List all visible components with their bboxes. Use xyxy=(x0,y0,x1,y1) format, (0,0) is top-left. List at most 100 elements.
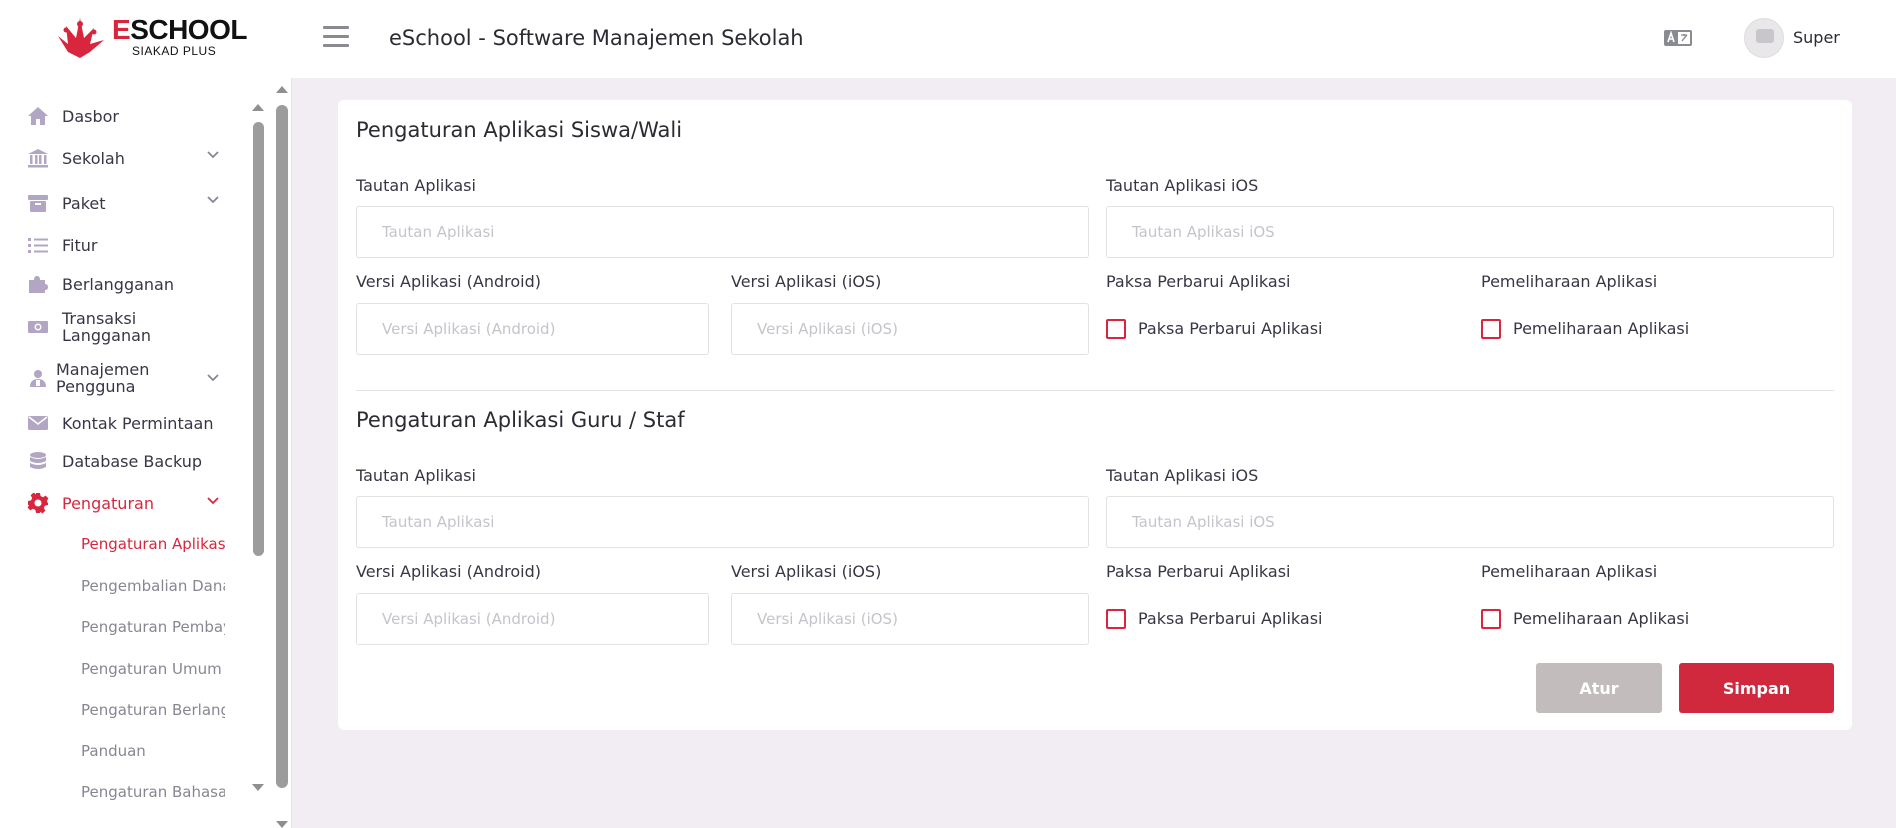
app-settings-card: Pengaturan Aplikasi Siswa/Wali Tautan Ap… xyxy=(338,100,1852,730)
sidebar-item-pengaturan[interactable]: Pengaturan xyxy=(26,491,226,515)
sidebar-item-label: Manajemen Pengguna xyxy=(56,361,149,395)
staff-force-update-checkbox-row[interactable]: Paksa Perbarui Aplikasi xyxy=(1106,609,1323,629)
android-version-label: Versi Aplikasi (Android) xyxy=(356,272,541,291)
app-link-label: Tautan Aplikasi xyxy=(356,176,476,195)
sidebar-item-label-line2: Pengguna xyxy=(56,377,136,396)
sidebar-subitem-pengaturan-aplikasi[interactable]: Pengaturan Aplikasi xyxy=(81,535,225,553)
chevron-down-icon[interactable] xyxy=(206,148,220,162)
force-update-label: Paksa Perbarui Aplikasi xyxy=(1106,272,1291,291)
sidebar: Dasbor Sekolah Paket Fitur Berlangganan xyxy=(0,78,292,828)
gear-icon xyxy=(26,491,50,515)
sidebar-item-label: Kontak Permintaan xyxy=(62,413,214,433)
brand-subtitle: SIAKAD PLUS xyxy=(132,44,217,58)
force-update-label: Paksa Perbarui Aplikasi xyxy=(1106,562,1291,581)
user-avatar[interactable] xyxy=(1744,18,1784,58)
checkbox-label: Pemeliharaan Aplikasi xyxy=(1513,609,1690,628)
checkbox-label: Pemeliharaan Aplikasi xyxy=(1513,319,1690,338)
top-header: ESCHOOL SIAKAD PLUS eSchool - Software M… xyxy=(0,0,1896,78)
sidebar-item-label: Paket xyxy=(62,193,106,213)
sidebar-item-fitur[interactable]: Fitur xyxy=(26,233,226,257)
home-icon xyxy=(26,104,50,128)
brand-name-rest: SCHOOL xyxy=(130,14,247,45)
users-icon xyxy=(26,366,50,390)
sidebar-item-label: Transaksi Langganan xyxy=(62,310,151,344)
outer-scroll-down-arrow[interactable] xyxy=(276,821,288,828)
money-icon xyxy=(26,315,50,339)
android-version-label: Versi Aplikasi (Android) xyxy=(356,562,541,581)
staff-force-update-checkbox[interactable] xyxy=(1106,609,1126,629)
staff-maintenance-checkbox[interactable] xyxy=(1481,609,1501,629)
sidebar-item-label: Pengaturan xyxy=(62,493,154,513)
ios-version-label: Versi Aplikasi (iOS) xyxy=(731,562,882,581)
sidebar-item-label: Database Backup xyxy=(62,451,203,471)
envelope-icon xyxy=(26,411,50,435)
staff-app-link-input[interactable] xyxy=(356,496,1089,548)
sidebar-subitem-pengaturan-bahasa[interactable]: Pengaturan Bahasa xyxy=(81,783,225,801)
maintenance-label: Pemeliharaan Aplikasi xyxy=(1481,272,1658,291)
student-maintenance-checkbox[interactable] xyxy=(1481,319,1501,339)
sidebar-item-manajemen-pengguna[interactable]: Manajemen Pengguna xyxy=(26,361,226,395)
inner-scroll-up-arrow[interactable] xyxy=(252,104,264,111)
app-title: eSchool - Software Manajemen Sekolah xyxy=(389,26,804,50)
brand-name-first: E xyxy=(112,14,131,45)
section-title-siswa-wali: Pengaturan Aplikasi Siswa/Wali xyxy=(356,118,683,142)
hamburger-icon[interactable] xyxy=(323,26,349,50)
sidebar-item-transaksi-langganan[interactable]: Transaksi Langganan xyxy=(26,310,226,344)
sidebar-item-database-backup[interactable]: Database Backup xyxy=(26,449,226,473)
student-ios-link-input[interactable] xyxy=(1106,206,1834,258)
ios-link-label: Tautan Aplikasi iOS xyxy=(1106,466,1259,485)
logo-mark-icon xyxy=(58,18,104,58)
sidebar-item-sekolah[interactable]: Sekolah xyxy=(26,146,226,170)
sidebar-item-berlangganan[interactable]: Berlangganan xyxy=(26,272,226,296)
save-button[interactable]: Simpan xyxy=(1679,663,1834,713)
section-divider xyxy=(356,390,1834,391)
student-force-update-checkbox[interactable] xyxy=(1106,319,1126,339)
maintenance-label: Pemeliharaan Aplikasi xyxy=(1481,562,1658,581)
outer-scroll-up-arrow[interactable] xyxy=(276,86,288,93)
student-ios-version-input[interactable] xyxy=(731,303,1089,355)
inner-scrollbar-thumb[interactable] xyxy=(253,122,264,556)
staff-android-version-input[interactable] xyxy=(356,593,709,645)
sidebar-subitem-pengaturan-pembayaran[interactable]: Pengaturan Pembayaran xyxy=(81,618,225,636)
sidebar-item-label: Sekolah xyxy=(62,148,125,168)
chevron-down-icon[interactable] xyxy=(206,193,220,207)
sidebar-subitem-panduan[interactable]: Panduan xyxy=(81,742,225,760)
archive-icon xyxy=(26,191,50,215)
sidebar-item-label: Fitur xyxy=(62,235,98,255)
staff-maintenance-checkbox-row[interactable]: Pemeliharaan Aplikasi xyxy=(1481,609,1689,629)
bank-icon xyxy=(26,146,50,170)
sidebar-item-kontak-permintaan[interactable]: Kontak Permintaan xyxy=(26,411,226,435)
sidebar-subitem-pengaturan-umum[interactable]: Pengaturan Umum xyxy=(81,660,225,678)
sidebar-item-dasbor[interactable]: Dasbor xyxy=(26,104,226,128)
section-title-guru-staf: Pengaturan Aplikasi Guru / Staf xyxy=(356,408,685,432)
chevron-down-icon[interactable] xyxy=(206,371,220,385)
chevron-down-icon[interactable] xyxy=(206,494,220,508)
user-name[interactable]: Super xyxy=(1793,28,1840,48)
sidebar-item-label-line2: Langganan xyxy=(62,326,152,345)
sidebar-subitem-pengaturan-berlangganan[interactable]: Pengaturan Berlangganan xyxy=(81,701,225,719)
sidebar-item-label: Berlangganan xyxy=(62,274,174,294)
student-maintenance-checkbox-row[interactable]: Pemeliharaan Aplikasi xyxy=(1481,319,1689,339)
checkbox-label: Paksa Perbarui Aplikasi xyxy=(1138,319,1323,338)
reset-button[interactable]: Atur xyxy=(1536,663,1662,713)
list-icon xyxy=(26,233,50,257)
outer-scrollbar-thumb[interactable] xyxy=(276,105,288,788)
translate-icon[interactable] xyxy=(1663,28,1693,48)
student-android-version-input[interactable] xyxy=(356,303,709,355)
database-icon xyxy=(26,449,50,473)
staff-ios-version-input[interactable] xyxy=(731,593,1089,645)
staff-ios-link-input[interactable] xyxy=(1106,496,1834,548)
sidebar-item-label-line1: Manajemen xyxy=(56,360,150,379)
ios-version-label: Versi Aplikasi (iOS) xyxy=(731,272,882,291)
sidebar-item-paket[interactable]: Paket xyxy=(26,191,226,215)
student-force-update-checkbox-row[interactable]: Paksa Perbarui Aplikasi xyxy=(1106,319,1323,339)
inner-scroll-down-arrow[interactable] xyxy=(252,784,264,791)
sidebar-subitem-pengembalian-dana[interactable]: Pengembalian Dana xyxy=(81,577,225,595)
eschool-logo[interactable]: ESCHOOL SIAKAD PLUS xyxy=(54,14,247,64)
ios-link-label: Tautan Aplikasi iOS xyxy=(1106,176,1259,195)
sidebar-item-label-line1: Transaksi xyxy=(62,309,137,328)
student-app-link-input[interactable] xyxy=(356,206,1089,258)
brand-name: ESCHOOL xyxy=(112,16,247,44)
puzzle-icon xyxy=(26,272,50,296)
sidebar-item-label: Dasbor xyxy=(62,106,119,126)
